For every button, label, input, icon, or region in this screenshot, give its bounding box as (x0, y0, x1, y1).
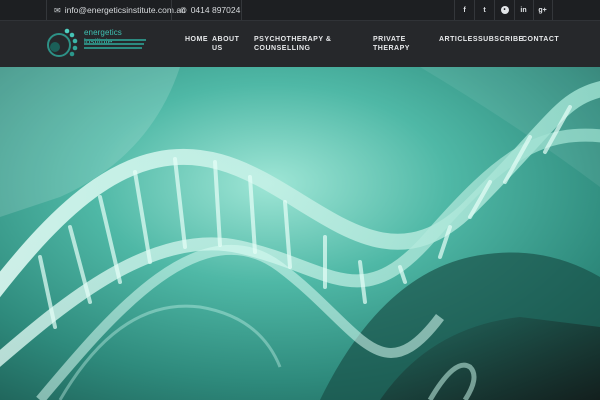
logo-tagline-line (84, 39, 146, 41)
nav-subscribe[interactable]: SUBSCRIBE (478, 35, 524, 44)
nav-psychotherapy-counselling[interactable]: PSYCHOTHERAPY & COUNSELLING (254, 35, 331, 53)
nav-articles[interactable]: ARTICLES (439, 35, 478, 44)
nav-private-label: THERAPY (373, 45, 410, 52)
nav-private-label: PRIVATE (373, 36, 406, 43)
divider (552, 0, 553, 20)
phone-icon: ✆ (180, 5, 187, 15)
reddit-icon[interactable]: • (495, 0, 514, 20)
dna-helix-illustration (0, 67, 600, 400)
nav-home-label: HOME (185, 36, 208, 43)
nav-about-label: US (212, 45, 223, 52)
nav-about-us[interactable]: ABOUT US (212, 35, 239, 53)
main-header: energetics institute HOME ABOUT US PSYCH… (0, 20, 600, 67)
nav-psychotherapy-label: COUNSELLING (254, 45, 311, 52)
logo-tagline-line (84, 47, 142, 49)
phone-text: 0414 897024 (190, 5, 241, 15)
nav-home[interactable]: HOME (185, 35, 208, 44)
twitter-icon[interactable]: t (475, 0, 494, 20)
nav-articles-label: ARTICLES (439, 36, 478, 43)
site-logo[interactable]: energetics institute (46, 25, 150, 61)
email-text: info@energeticsinstitute.com.au (64, 5, 186, 15)
email-link[interactable]: ✉ info@energeticsinstitute.com.au (54, 0, 186, 20)
nav-subscribe-label: SUBSCRIBE (478, 36, 524, 43)
phone-link[interactable]: ✆ 0414 897024 (180, 0, 240, 20)
nav-private-therapy[interactable]: PRIVATE THERAPY (373, 35, 410, 53)
nav-contact[interactable]: CONTACT (522, 35, 559, 44)
nav-psychotherapy-label: PSYCHOTHERAPY & (254, 36, 332, 43)
top-contact-bar: ✉ info@energeticsinstitute.com.au ✆ 0414… (0, 0, 600, 20)
google-plus-icon[interactable]: g+ (533, 0, 552, 20)
facebook-icon[interactable]: f (455, 0, 474, 20)
divider (241, 0, 242, 20)
hero-dna-banner (0, 67, 600, 400)
logo-mark-icon (47, 28, 78, 57)
linkedin-icon[interactable]: in (514, 0, 533, 20)
nav-contact-label: CONTACT (522, 36, 560, 43)
envelope-icon: ✉ (54, 5, 61, 15)
divider (46, 0, 47, 20)
logo-tagline-line (84, 43, 144, 45)
divider (171, 0, 172, 20)
nav-about-label: ABOUT (212, 36, 240, 43)
